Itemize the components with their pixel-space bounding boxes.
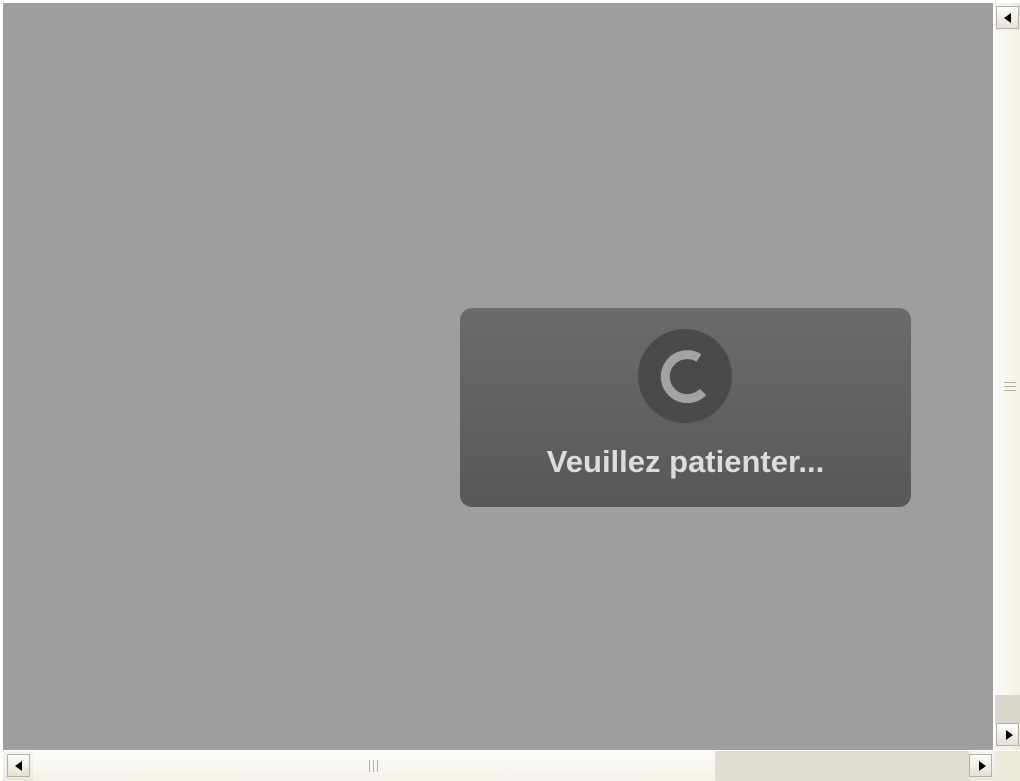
arrow-left-icon [1004, 13, 1011, 23]
modal-overlay: Veuillez patienter... [3, 3, 993, 750]
loading-message: Veuillez patienter... [546, 444, 825, 479]
grip-lines-icon [1004, 382, 1016, 394]
spinner-icon [638, 329, 732, 423]
arrow-right-icon [1006, 730, 1013, 740]
scroll-left-button[interactable] [7, 754, 30, 777]
vertical-scroll-thumb[interactable] [995, 30, 1020, 695]
vertical-scroll-track[interactable] [995, 695, 1020, 723]
horizontal-scrollbar[interactable] [3, 751, 995, 781]
arrow-right-icon [979, 761, 986, 771]
grip-lines-icon [369, 759, 381, 772]
arrow-left-icon [15, 761, 22, 771]
scroll-up-button[interactable] [996, 6, 1019, 29]
horizontal-scroll-track[interactable] [715, 751, 969, 781]
loading-dialog: Veuillez patienter... [460, 308, 911, 507]
browser-viewport: Veuillez patienter... [0, 0, 1020, 781]
horizontal-scroll-thumb[interactable] [33, 751, 715, 781]
scroll-down-button[interactable] [996, 723, 1019, 746]
scrollbar-corner [995, 751, 1020, 781]
vertical-scrollbar[interactable] [995, 3, 1020, 750]
scroll-right-button[interactable] [969, 754, 992, 777]
